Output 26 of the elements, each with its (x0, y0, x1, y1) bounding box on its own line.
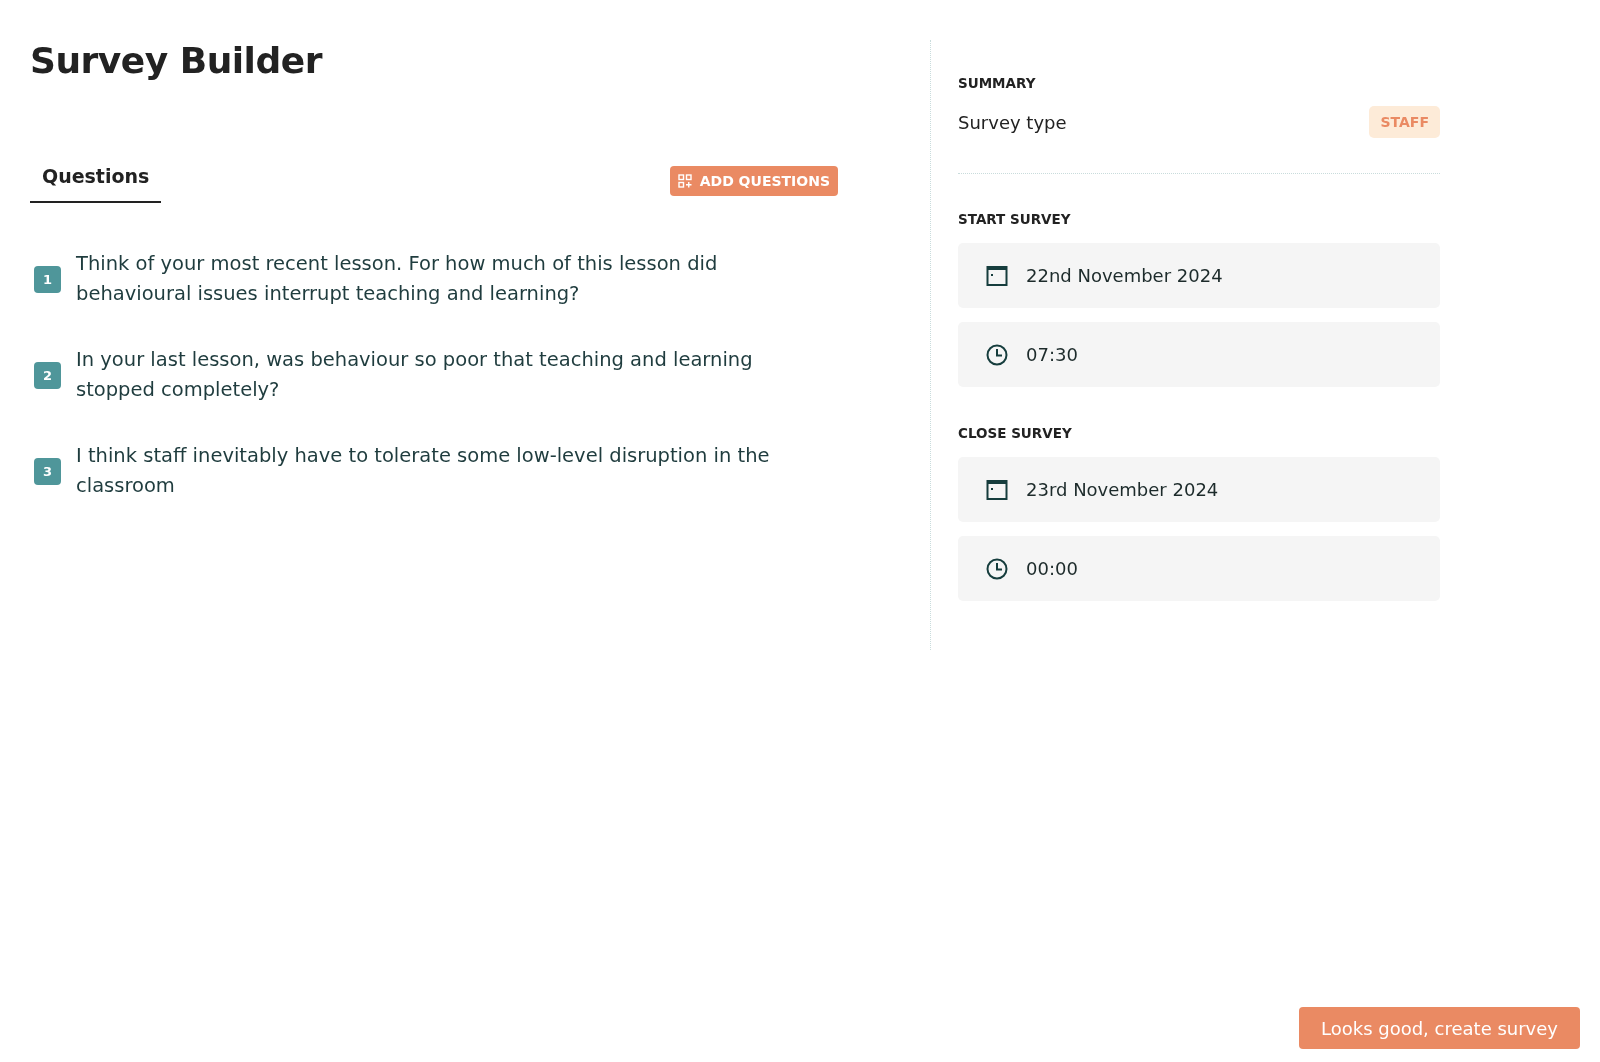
time-field[interactable]: 00:00 (958, 536, 1440, 601)
date-value: 22nd November 2024 (1026, 265, 1223, 286)
date-value: 23rd November 2024 (1026, 479, 1219, 500)
clock-icon (986, 343, 1008, 366)
survey-type-tag: STAFF (1369, 106, 1440, 138)
time-value: 00:00 (1026, 558, 1078, 579)
time-field[interactable]: 07:30 (958, 322, 1440, 387)
date-field[interactable]: 22nd November 2024 (958, 243, 1440, 308)
clock-icon (986, 557, 1008, 580)
time-value: 07:30 (1026, 344, 1078, 365)
section-heading: START SURVEY (958, 211, 1072, 227)
date-field[interactable]: 23rd November 2024 (958, 457, 1440, 522)
calendar-icon (986, 478, 1008, 501)
question-text: I think staff inevitably have to tolerate some low-level disruption in the classroom (76, 443, 771, 499)
field-label: Survey type (958, 111, 1067, 133)
page-title: Survey Builder (30, 40, 324, 81)
question-text: In your last lesson, was behaviour so poor that teaching and learning stopped completely? (76, 347, 754, 403)
section-heading: CLOSE SURVEY (958, 425, 1073, 441)
question-number: 1 (34, 265, 61, 293)
questions-tab[interactable]: Questions (30, 159, 162, 203)
question-text: Think of your most recent lesson. For how much of this lesson did behavioural issues interrupt teaching and learning? (76, 251, 719, 307)
question-number: 2 (34, 361, 61, 389)
question-number: 3 (34, 457, 61, 485)
grid-plus-icon (677, 174, 692, 188)
calendar-icon (986, 264, 1008, 287)
section-heading: SUMMARY (958, 75, 1037, 91)
